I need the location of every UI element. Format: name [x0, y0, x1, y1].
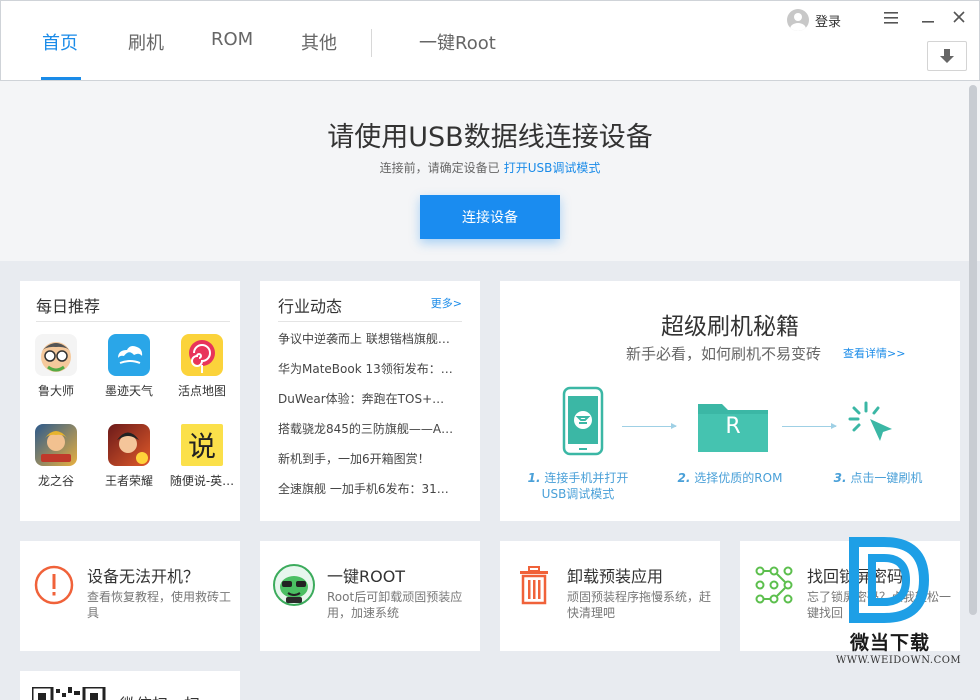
app-label: 鲁大师 — [37, 384, 74, 398]
download-button[interactable] — [927, 41, 967, 71]
connect-hint-text: 连接前，请确定设备已 — [379, 161, 500, 175]
hamburger-icon[interactable] — [881, 9, 901, 29]
card-desc: 查看恢复教程，使用救砖工具 — [87, 590, 232, 620]
step-2-label: 2. 选择优质的ROM — [670, 470, 790, 486]
app-item-suibianshuo[interactable]: 说 随便说-英… — [166, 424, 238, 489]
app-item-honor-of-kings[interactable]: 王者荣耀 — [93, 424, 165, 489]
app-label: 龙之谷 — [37, 474, 74, 488]
watermark-logo: 微当下载 WWW.WEIDOWN.COM — [836, 532, 961, 672]
card-title: 微信扫一扫 — [120, 691, 200, 700]
app-item-ludashi[interactable]: 鲁大师 — [20, 334, 92, 399]
tab-one-click-root[interactable]: 一键Root — [419, 29, 496, 55]
download-icon — [940, 49, 954, 63]
tab-flash[interactable]: 刷机 — [128, 29, 164, 55]
phone-icon — [562, 386, 604, 456]
huodian-map-icon — [181, 334, 223, 376]
divider — [36, 321, 230, 322]
moji-weather-icon — [108, 334, 150, 376]
flash-guide-card: 超级刷机秘籍 新手必看，如何刷机不易变砖 查看详情>> R 1. 连接手机并打开… — [500, 281, 960, 521]
tab-home[interactable]: 首页 — [42, 29, 78, 55]
news-item[interactable]: 争议中逆袭而上 联想锴档旗舰… — [278, 330, 462, 347]
uninstall-preinstalled-card[interactable]: 卸载预装应用 顽固预装程序拖慢系统，赶快清理吧 — [500, 541, 720, 651]
app-item-moji-weather[interactable]: 墨迹天气 — [93, 334, 165, 399]
app-item-dragon-nest[interactable]: 龙之谷 — [20, 424, 92, 489]
news-title: 行业动态 — [278, 297, 343, 316]
step-arrow — [622, 423, 677, 429]
card-desc: Root后可卸载顽固预装应用，加速系统 — [327, 590, 463, 620]
honor-of-kings-icon — [108, 424, 150, 466]
connect-title: 请使用USB数据线连接设备 — [327, 122, 653, 153]
card-title: 卸载预装应用 — [567, 567, 664, 586]
close-icon[interactable] — [949, 9, 969, 29]
tab-divider — [371, 29, 372, 57]
step-text: 选择优质的ROM — [694, 471, 783, 485]
step-number: 2. — [677, 471, 691, 485]
step-number: 1. — [527, 471, 541, 485]
step-number: 3. — [833, 471, 847, 485]
card-desc: 顽固预装程序拖慢系统，赶快清理吧 — [567, 590, 712, 620]
app-label: 活点地图 — [177, 384, 226, 398]
root-mascot-icon — [273, 564, 315, 606]
card-title: 一键ROOT — [327, 567, 406, 586]
step-3-label: 3. 点击一键刷机 — [826, 470, 930, 486]
step-text: USB调试模式 — [541, 487, 615, 501]
app-item-huodian-map[interactable]: 活点地图 — [166, 334, 238, 399]
step-text: 连接手机并打开 — [544, 471, 629, 485]
guide-details-link[interactable]: 查看详情>> — [843, 345, 905, 361]
top-nav-bar: 首页 刷机 ROM 其他 一键Root 登录 — [0, 0, 980, 81]
active-tab-indicator — [41, 77, 81, 80]
news-item[interactable]: 华为MateBook 13领衔发布：… — [278, 360, 462, 377]
suibianshuo-icon: 说 — [181, 424, 223, 466]
warning-icon — [34, 565, 74, 605]
svg-text:说: 说 — [188, 430, 216, 463]
step-1-label: 1. 连接手机并打开 USB调试模式 — [522, 470, 634, 502]
tab-other[interactable]: 其他 — [301, 29, 337, 55]
news-more-link[interactable]: 更多> — [431, 295, 462, 311]
divider — [278, 321, 462, 322]
usb-debug-link[interactable]: 打开USB调试模式 — [504, 161, 601, 175]
step-text: 点击一键刷机 — [850, 471, 923, 485]
app-label: 随便说-英… — [169, 474, 235, 488]
tab-rom[interactable]: ROM — [211, 29, 253, 50]
connect-hint: 连接前，请确定设备已 打开USB调试模式 — [0, 159, 980, 176]
dragon-nest-icon — [35, 424, 77, 466]
connect-panel: 请使用USB数据线连接设备 连接前，请确定设备已 打开USB调试模式 连接设备 — [0, 81, 980, 261]
news-item[interactable]: 全速旗舰 一加手机6发布：31… — [278, 480, 462, 497]
watermark-en: WWW.WEIDOWN.COM — [836, 655, 962, 666]
avatar-icon — [787, 9, 809, 31]
login-button[interactable]: 登录 — [787, 9, 841, 31]
folder-letter: R — [725, 414, 741, 439]
app-label: 王者荣耀 — [104, 474, 153, 488]
news-item[interactable]: 搭载骁龙845的三防旗舰——A… — [278, 420, 462, 437]
news-item[interactable]: DuWear体验：奔跑在TOS+… — [278, 390, 462, 407]
watermark-cn: 微当下载 — [850, 632, 931, 654]
qr-code-icon — [32, 687, 106, 700]
guide-title: 超级刷机秘籍 — [661, 314, 799, 340]
trash-icon — [520, 566, 548, 605]
industry-news-card: 行业动态 更多> 争议中逆袭而上 联想锴档旗舰… 华为MateBook 13领衔… — [260, 281, 480, 521]
pattern-lock-icon — [755, 566, 793, 604]
one-click-root-card[interactable]: 一键ROOT Root后可卸载顽固预装应用，加速系统 — [260, 541, 480, 651]
minimize-icon[interactable] — [918, 9, 938, 29]
device-wont-boot-card[interactable]: 设备无法开机？ 查看恢复教程，使用救砖工具 — [20, 541, 240, 651]
wechat-scan-card[interactable]: 微信扫一扫 — [20, 671, 240, 700]
click-cursor-icon — [848, 401, 892, 441]
ludashi-icon — [35, 334, 77, 376]
vertical-scrollbar[interactable] — [969, 85, 977, 615]
card-title: 设备无法开机？ — [87, 567, 200, 586]
weidown-logo-icon — [849, 537, 930, 623]
login-label: 登录 — [815, 14, 842, 30]
step-arrow — [782, 423, 837, 429]
news-item[interactable]: 新机到手，一加6开箱图赏！ — [278, 450, 462, 467]
app-label: 墨迹天气 — [104, 384, 153, 398]
daily-title: 每日推荐 — [36, 297, 101, 316]
guide-subtitle: 新手必看，如何刷机不易变砖 — [626, 345, 822, 363]
daily-recommend-card: 每日推荐 鲁大师 墨迹天气 活点地图 龙之谷 王者荣耀 说 随便说-英… — [20, 281, 240, 521]
connect-device-button[interactable]: 连接设备 — [420, 195, 560, 239]
